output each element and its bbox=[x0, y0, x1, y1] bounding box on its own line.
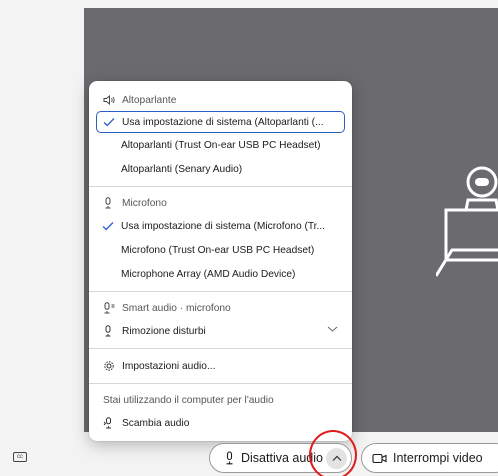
mic-section-header: Microfono bbox=[89, 192, 352, 214]
audio-settings-item[interactable]: Impostazioni audio... bbox=[89, 354, 352, 378]
switch-audio-icon bbox=[103, 417, 117, 429]
checkmark-icon bbox=[102, 115, 116, 129]
mic-option-label: Microfono (Trust On-ear USB PC Headset) bbox=[121, 244, 315, 256]
speaker-option-label: Usa impostazione di sistema (Altoparlant… bbox=[122, 116, 324, 128]
mic-header-label: Microfono bbox=[122, 197, 167, 209]
speaker-option-label: Altoparlanti (Trust On-ear USB PC Headse… bbox=[121, 139, 321, 151]
divider bbox=[89, 383, 352, 384]
audio-options-menu: Altoparlante Usa impostazione di sistema… bbox=[89, 81, 352, 441]
checkmark-icon bbox=[101, 219, 115, 233]
chevron-down-icon bbox=[327, 325, 338, 336]
meeting-toolbar: cc Disattiva audio Interrompi video bbox=[0, 440, 498, 476]
speaker-icon bbox=[103, 95, 117, 105]
mic-option-label: Microphone Array (AMD Audio Device) bbox=[121, 268, 296, 280]
video-camera-icon bbox=[372, 453, 387, 464]
speaker-option-label: Altoparlanti (Senary Audio) bbox=[121, 163, 243, 175]
switch-audio-label: Scambia audio bbox=[122, 417, 190, 429]
microphone-icon bbox=[103, 197, 117, 209]
divider bbox=[89, 348, 352, 349]
smart-audio-label: Smart audio · microfono bbox=[122, 302, 231, 314]
mic-option-trust[interactable]: Microfono (Trust On-ear USB PC Headset) bbox=[89, 238, 352, 262]
smart-audio-header: Smart audio · microfono bbox=[89, 297, 352, 319]
highlight-annotation-circle bbox=[309, 430, 357, 476]
speaker-option-system[interactable]: Usa impostazione di sistema (Altoparlant… bbox=[96, 111, 345, 133]
noise-removal-dropdown[interactable]: Rimozione disturbi bbox=[89, 319, 352, 343]
mic-option-label: Usa impostazione di sistema (Microfono (… bbox=[121, 220, 326, 232]
divider bbox=[89, 186, 352, 187]
mic-option-amd[interactable]: Microphone Array (AMD Audio Device) bbox=[89, 262, 352, 286]
gear-icon bbox=[103, 360, 117, 372]
microphone-icon bbox=[103, 325, 117, 337]
smart-mic-icon bbox=[103, 302, 117, 314]
mic-option-system[interactable]: Usa impostazione di sistema (Microfono (… bbox=[89, 214, 352, 238]
speaker-section-header: Altoparlante bbox=[89, 89, 352, 111]
noise-removal-label: Rimozione disturbi bbox=[122, 325, 206, 337]
stop-video-button[interactable]: Interrompi video bbox=[361, 443, 498, 473]
speaker-option-senary[interactable]: Altoparlanti (Senary Audio) bbox=[89, 157, 352, 181]
divider bbox=[89, 291, 352, 292]
closed-captions-icon[interactable]: cc bbox=[13, 452, 27, 462]
using-computer-note: Stai utilizzando il computer per l'audio bbox=[103, 394, 274, 406]
switch-audio-item[interactable]: Scambia audio bbox=[89, 411, 352, 435]
camera-off-icon bbox=[436, 166, 498, 277]
stop-video-label: Interrompi video bbox=[393, 451, 483, 465]
speaker-option-trust[interactable]: Altoparlanti (Trust On-ear USB PC Headse… bbox=[89, 133, 352, 157]
microphone-icon bbox=[224, 451, 235, 465]
audio-settings-label: Impostazioni audio... bbox=[122, 360, 216, 372]
speaker-header-label: Altoparlante bbox=[122, 94, 177, 106]
